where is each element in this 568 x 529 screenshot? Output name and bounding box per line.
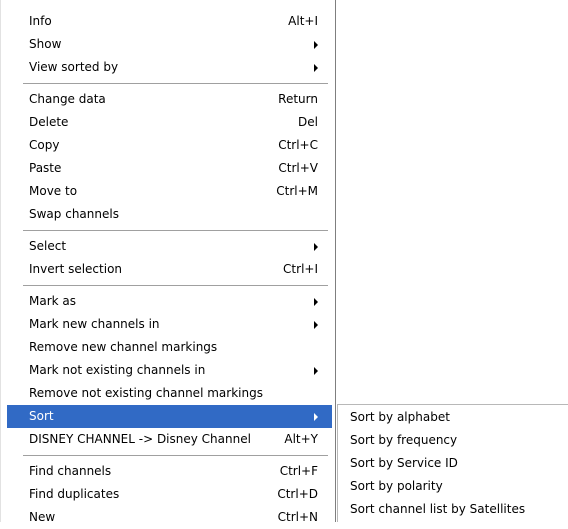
menu-item-sort[interactable]: Sort	[7, 405, 332, 428]
submenu-arrow-icon	[314, 321, 318, 329]
submenu-item-sort-by-satellites[interactable]: Sort channel list by Satellites	[342, 498, 568, 521]
submenu-arrow-icon	[314, 413, 318, 421]
menu-item-label: Delete	[29, 115, 69, 129]
menu-item-delete[interactable]: Delete Del	[7, 111, 332, 134]
menu-item-shortcut: Alt+Y	[284, 432, 318, 446]
submenu-item-sort-by-service-id[interactable]: Sort by Service ID	[342, 452, 568, 475]
menu-item-shortcut: Ctrl+N	[277, 510, 318, 524]
menu-item-find-channels[interactable]: Find channels Ctrl+F	[7, 460, 332, 483]
menu-item-shortcut: Ctrl+I	[283, 262, 318, 276]
menu-item-label: Find duplicates	[29, 487, 120, 501]
menu-item-shortcut: Ctrl+M	[276, 184, 318, 198]
submenu-item-sort-by-polarity[interactable]: Sort by polarity	[342, 475, 568, 498]
menu-item-label: New	[29, 510, 56, 524]
menu-item-label: Select	[29, 239, 67, 253]
menu-separator	[7, 281, 332, 290]
submenu-arrow-icon	[314, 41, 318, 49]
menu-separator	[7, 79, 332, 88]
menu-item-label: Change data	[29, 92, 106, 106]
submenu-item-label: Sort channel list by Satellites	[350, 502, 526, 516]
menu-item-mark-new-channels-in[interactable]: Mark new channels in	[7, 313, 332, 336]
menu-item-invert-selection[interactable]: Invert selection Ctrl+I	[7, 258, 332, 281]
menu-item-view-sorted-by[interactable]: View sorted by	[7, 56, 332, 79]
menu-item-label: DISNEY CHANNEL -> Disney Channel	[29, 432, 251, 446]
menu-item-shortcut: Ctrl+F	[279, 464, 318, 478]
context-menu: Info Alt+I Show View sorted by Change da…	[0, 0, 336, 524]
submenu-arrow-icon	[314, 367, 318, 375]
submenu-arrow-icon	[314, 243, 318, 251]
menu-item-label: Remove not existing channel markings	[29, 386, 263, 400]
menu-item-shortcut: Ctrl+C	[278, 138, 318, 152]
menu-item-swap-channels[interactable]: Swap channels	[7, 203, 332, 226]
menu-item-label: Invert selection	[29, 262, 123, 276]
menu-item-label: Mark as	[29, 294, 77, 308]
submenu-item-label: Sort by alphabet	[350, 410, 450, 424]
submenu-item-sort-by-alphabet[interactable]: Sort by alphabet	[342, 406, 568, 429]
menu-item-new[interactable]: New Ctrl+N	[7, 506, 332, 529]
menu-item-select[interactable]: Select	[7, 235, 332, 258]
menu-item-change-data[interactable]: Change data Return	[7, 88, 332, 111]
menu-item-find-duplicates[interactable]: Find duplicates Ctrl+D	[7, 483, 332, 506]
menu-item-label: Mark not existing channels in	[29, 363, 206, 377]
menu-separator	[7, 451, 332, 460]
menu-item-shortcut: Ctrl+D	[277, 487, 318, 501]
menu-item-label: Copy	[29, 138, 60, 152]
menu-item-copy[interactable]: Copy Ctrl+C	[7, 134, 332, 157]
menu-item-paste[interactable]: Paste Ctrl+V	[7, 157, 332, 180]
menu-item-label: Paste	[29, 161, 62, 175]
menu-item-show[interactable]: Show	[7, 33, 332, 56]
menu-item-mark-not-existing-channels-in[interactable]: Mark not existing channels in	[7, 359, 332, 382]
menu-item-shortcut: Del	[298, 115, 318, 129]
menu-item-shortcut: Alt+I	[288, 14, 318, 28]
submenu-item-label: Sort by Service ID	[350, 456, 458, 470]
submenu-arrow-icon	[314, 298, 318, 306]
submenu-item-label: Sort by polarity	[350, 479, 443, 493]
menu-item-label: Move to	[29, 184, 78, 198]
menu-item-label: Info	[29, 14, 52, 28]
menu-item-remove-new-channel-markings[interactable]: Remove new channel markings	[7, 336, 332, 359]
submenu-arrow-icon	[314, 64, 318, 72]
sort-submenu: Sort by alphabet Sort by frequency Sort …	[337, 404, 568, 522]
menu-item-label: Mark new channels in	[29, 317, 160, 331]
menu-item-remove-not-existing-channel-markings[interactable]: Remove not existing channel markings	[7, 382, 332, 405]
menu-item-label: Remove new channel markings	[29, 340, 218, 354]
menu-item-shortcut: Return	[278, 92, 318, 106]
menu-item-info[interactable]: Info Alt+I	[7, 10, 332, 33]
menu-item-label: View sorted by	[29, 60, 119, 74]
menu-item-label: Find channels	[29, 464, 112, 478]
menu-item-rename-channel[interactable]: DISNEY CHANNEL -> Disney Channel Alt+Y	[7, 428, 332, 451]
menu-item-label: Show	[29, 37, 62, 51]
menu-separator	[7, 226, 332, 235]
menu-item-move-to[interactable]: Move to Ctrl+M	[7, 180, 332, 203]
menu-item-label: Swap channels	[29, 207, 119, 221]
menu-item-shortcut: Ctrl+V	[278, 161, 318, 175]
menu-item-mark-as[interactable]: Mark as	[7, 290, 332, 313]
menu-item-label: Sort	[29, 409, 54, 423]
submenu-item-sort-by-frequency[interactable]: Sort by frequency	[342, 429, 568, 452]
submenu-item-label: Sort by frequency	[350, 433, 458, 447]
